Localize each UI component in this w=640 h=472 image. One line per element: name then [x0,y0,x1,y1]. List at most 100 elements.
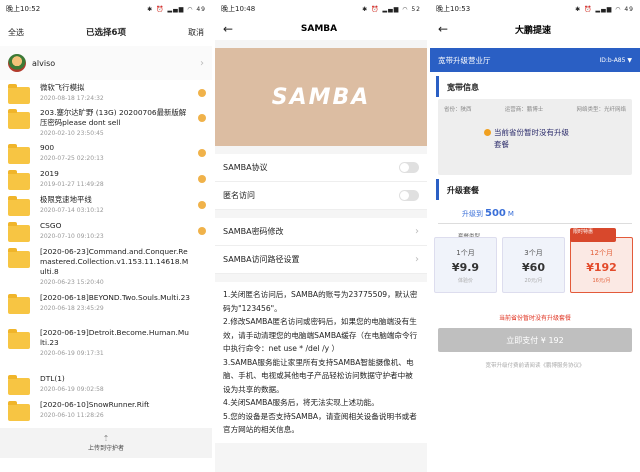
checked-icon[interactable] [198,201,206,209]
package-months: 12个月 [590,249,613,257]
package-list: 1个月 ¥9.9 体验价 3个月 ¥60 20元/月 限时特惠 12个月 ¥19… [434,228,633,293]
note-text: 4.关闭SAMBA服务后，将无法实现上述功能。 [223,398,379,407]
row-label: 匿名访问 [223,191,255,200]
file-date: 2020-06-10 11:28:26 [40,412,104,419]
samba-settings-panel: 晚上10:48 ✱ ⏰ ▂▄▆ ◠ 52 ← SAMBA SAMBA SAMBA… [215,0,427,472]
chevron-right-icon: › [415,226,419,237]
section-title: 升级套餐 [436,179,640,200]
pay-button[interactable]: 立即支付 ¥ 192 [438,328,632,352]
list-item[interactable]: [2020-06-19]Detroit.Become.Human.Multi.2… [0,328,212,357]
back-arrow-icon[interactable]: ← [223,22,233,36]
list-item[interactable]: 极限竞速地平线 2020-07-14 03:10:12 [0,195,212,216]
file-name: CSGO [40,221,62,230]
samba-banner: SAMBA [215,48,427,146]
promo-tag: 限时特惠 [570,228,616,242]
list-item[interactable]: [2020-06-18]BEYOND.Two.Souls.Multi.23 202… [0,293,212,314]
status-time: 晚上10:53 [436,5,471,13]
checked-icon[interactable] [198,149,206,157]
avatar [8,54,26,72]
list-item[interactable]: CSGO 2020-07-10 09:10:23 [0,221,212,242]
samba-protocol-row: SAMBA协议 [215,154,427,182]
chevron-right-icon: › [200,57,204,69]
page-title: SAMBA [300,24,338,34]
folder-icon [8,109,30,129]
speed-prefix: 升级到 [462,209,483,218]
select-all-button[interactable]: 全选 [8,27,24,38]
file-name: 900 [40,143,55,152]
list-item[interactable]: [2020-06-10]SnowRunner.Rift 2020-06-10 11… [0,400,212,421]
speed-unit: M [507,209,514,218]
list-item[interactable]: 203.塞尔达旷野 (13G) 20200706最新版解压密码please do… [0,108,212,137]
list-item[interactable]: 微软飞行模拟 2020-08-18 17:24:32 [0,83,212,104]
row-label: SAMBA访问路径设置 [223,255,300,264]
broadband-info: 省份：陕西 运营商：鹏博士 网络类型：光纤网络 当前省份暂时没有升级套餐 [438,99,632,175]
list-item[interactable]: 900 2020-07-25 02:20:13 [0,143,212,164]
cancel-button[interactable]: 取消 [188,27,204,38]
package-note: 20元/月 [524,278,543,284]
upload-button[interactable]: ⇡ 上传到守护者 [0,428,212,458]
price-value: 60 [529,261,545,274]
province-label: 省份：陕西 [444,107,472,113]
file-name: 微软飞行模拟 [40,83,85,92]
checked-icon[interactable] [198,175,206,183]
file-date: 2020-02-10 23:50:45 [40,130,104,137]
banner-text: SAMBA [271,84,371,110]
notice-text: 当前省份暂时没有升级套餐 [494,128,569,149]
package-option-selected[interactable]: 限时特惠 12个月 ¥192 16元/月 [570,228,633,293]
file-date: 2020-06-18 23:45:29 [40,305,104,312]
user-name: alviso [32,58,56,68]
list-item[interactable]: 2019 2019-01-27 11:49:28 [0,169,212,190]
price-value: 192 [593,261,617,274]
file-date: 2020-07-25 02:20:13 [40,155,104,162]
package-option[interactable]: 3个月 ¥60 20元/月 [502,237,565,293]
row-label: SAMBA密码修改 [223,227,284,236]
package-note: 体验价 [457,278,473,284]
folder-icon [8,84,30,104]
no-package-tip: 当前省份暂时没有升级套餐 [498,315,571,322]
status-icons: ✱ ⏰ ▂▄▆ ◠ 49 [575,5,634,13]
note-text: 2.修改SAMBA匿名访问或密码后，如果您的电脑端没有生效，请手动清理您的电脑端… [223,317,418,353]
checked-icon[interactable] [198,227,206,235]
row-label: SAMBA协议 [223,163,268,172]
package-price: ¥192 [586,261,617,274]
chevron-right-icon: › [415,254,419,265]
folder-icon [8,170,30,190]
anonymous-access-toggle[interactable] [399,190,419,201]
isp-label: 运营商：鹏博士 [504,107,544,113]
back-arrow-icon[interactable]: ← [438,22,448,36]
user-row[interactable]: alviso › [0,46,212,80]
status-time: 晚上10:52 [6,5,41,13]
package-price: ¥60 [522,261,545,274]
status-bar: 晚上10:53 ✱ ⏰ ▂▄▆ ◠ 49 [430,0,640,18]
checked-icon[interactable] [198,89,206,97]
anonymous-access-row: 匿名访问 [215,182,427,210]
folder-icon [8,401,30,421]
checked-icon[interactable] [198,114,206,122]
package-price: ¥9.9 [451,261,480,274]
package-months: 3个月 [524,249,543,257]
warning-icon [484,129,491,136]
file-name: 203.塞尔达旷野 (13G) 20200706最新版解压密码please do… [40,108,187,127]
file-name: 2019 [40,169,59,178]
hall-title: 宽带升级营业厅 [438,55,491,65]
net-type-label: 网络类型：光纤网络 [576,107,626,113]
folder-icon [8,196,30,216]
upload-label: 上传到守护者 [87,445,124,452]
caret-down-icon: ▼ [627,56,632,64]
samba-path-row[interactable]: SAMBA访问路径设置 › [215,246,427,274]
selection-header: 全选 已选择6项 取消 [0,18,212,46]
package-option[interactable]: 1个月 ¥9.9 体验价 [434,237,497,293]
file-name: [2020-06-23]Command.and.Conquer.Remaster… [40,247,189,276]
agreement-link[interactable]: 宽带升级付费前请阅读《鹏博服务协议》 [430,361,640,369]
list-item[interactable]: [2020-06-23]Command.and.Conquer.Remaster… [0,247,212,286]
file-date: 2020-06-19 09:02:58 [40,386,104,393]
samba-notes: 1.关闭匿名访问后，SAMBA的账号为23775509，默认密码为"123456… [215,282,427,443]
samba-protocol-toggle[interactable] [399,162,419,173]
note-text: 1.关闭匿名访问后，SAMBA的账号为23775509，默认密码为"123456… [223,290,418,313]
hall-bar: 宽带升级营业厅 ID:b-A85 ▼ [430,48,640,72]
package-note: 16元/月 [592,278,611,284]
device-id-select[interactable]: ID:b-A85 ▼ [599,57,632,64]
samba-password-row[interactable]: SAMBA密码修改 › [215,218,427,246]
speed-tab[interactable]: 升级到 500 M [438,204,632,224]
list-item[interactable]: DTL(1) 2020-06-19 09:02:58 [0,374,212,395]
